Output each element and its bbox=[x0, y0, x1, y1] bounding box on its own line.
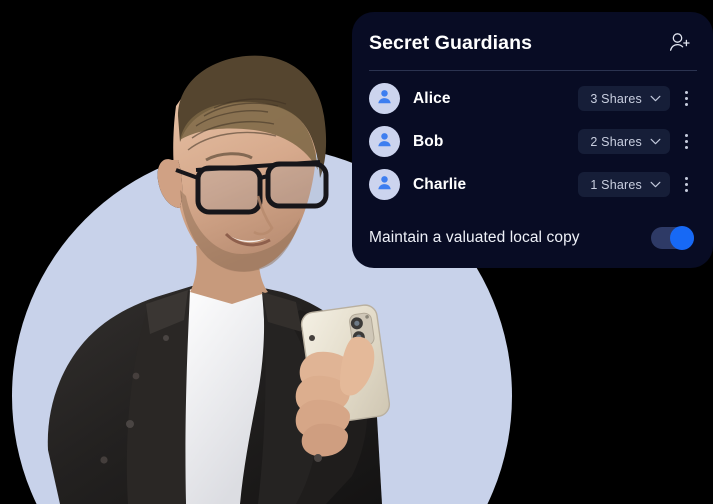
chevron-down-icon bbox=[650, 95, 661, 102]
person-avatar-icon bbox=[375, 87, 394, 111]
add-user-button[interactable] bbox=[667, 31, 693, 57]
page-title: Secret Guardians bbox=[369, 32, 533, 55]
kebab-dot bbox=[684, 189, 688, 192]
chevron-down-icon bbox=[650, 138, 661, 145]
guardian-name: Alice bbox=[413, 89, 451, 107]
shares-dropdown[interactable]: 1 Shares bbox=[578, 172, 670, 197]
avatar bbox=[369, 169, 400, 200]
secret-guardians-panel: Secret Guardians Alice 3 Shares Bob 2 Sh… bbox=[352, 12, 713, 268]
kebab-dot bbox=[684, 134, 688, 137]
kebab-dot bbox=[684, 140, 688, 143]
panel-footer: Maintain a valuated local copy bbox=[352, 212, 713, 264]
guardian-name: Bob bbox=[413, 132, 444, 150]
kebab-menu-icon[interactable] bbox=[676, 172, 696, 198]
kebab-dot bbox=[684, 91, 688, 94]
local-copy-label: Maintain a valuated local copy bbox=[369, 229, 580, 246]
person-avatar-icon bbox=[375, 130, 394, 154]
toggle-knob bbox=[670, 226, 694, 250]
add-user-icon bbox=[669, 32, 691, 57]
avatar bbox=[369, 83, 400, 114]
avatar bbox=[369, 126, 400, 157]
kebab-dot bbox=[684, 103, 688, 106]
guardian-row[interactable]: Charlie 1 Shares bbox=[352, 163, 713, 206]
shares-value: 3 Shares bbox=[590, 91, 642, 106]
chevron-down-icon bbox=[650, 181, 661, 188]
person-avatar-icon bbox=[375, 173, 394, 197]
guardian-name: Charlie bbox=[413, 175, 467, 193]
guardian-row[interactable]: Alice 3 Shares bbox=[352, 77, 713, 120]
panel-header: Secret Guardians bbox=[352, 12, 713, 58]
kebab-dot bbox=[684, 177, 688, 180]
guardian-row[interactable]: Bob 2 Shares bbox=[352, 120, 713, 163]
shares-dropdown[interactable]: 2 Shares bbox=[578, 129, 670, 154]
kebab-menu-icon[interactable] bbox=[676, 86, 696, 112]
guardian-list: Alice 3 Shares Bob 2 Shares Charlie 1 Sh… bbox=[352, 71, 713, 206]
local-copy-toggle[interactable] bbox=[651, 226, 694, 250]
kebab-dot bbox=[684, 146, 688, 149]
shares-value: 2 Shares bbox=[590, 134, 642, 149]
shares-dropdown[interactable]: 3 Shares bbox=[578, 86, 670, 111]
kebab-dot bbox=[684, 183, 688, 186]
shares-value: 1 Shares bbox=[590, 177, 642, 192]
kebab-dot bbox=[684, 97, 688, 100]
kebab-menu-icon[interactable] bbox=[676, 129, 696, 155]
screenshot-stage: Secret Guardians Alice 3 Shares Bob 2 Sh… bbox=[0, 0, 713, 504]
